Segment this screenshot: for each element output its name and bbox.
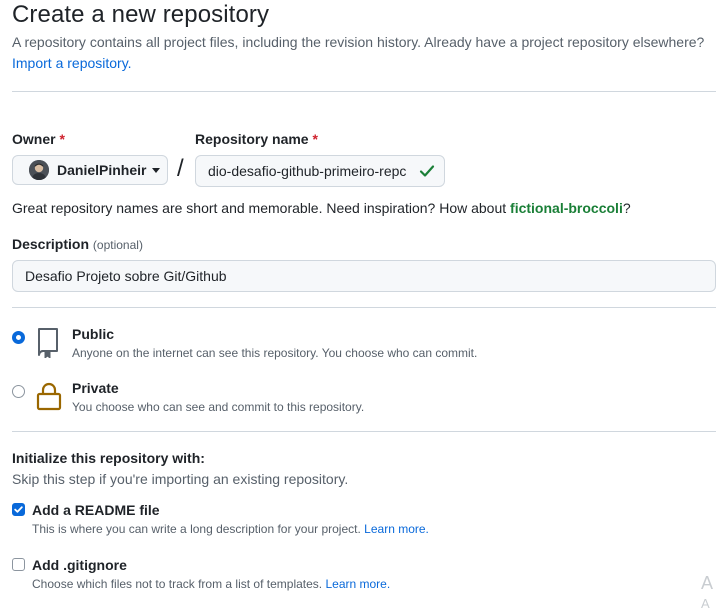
name-hint-text: Great repository names are short and mem… xyxy=(12,200,507,216)
name-suggestion-link[interactable]: fictional-broccoli xyxy=(510,200,623,216)
divider xyxy=(12,307,716,308)
private-radio[interactable] xyxy=(12,385,25,398)
page-intro-text: A repository contains all project files,… xyxy=(12,34,705,50)
initialize-title: Initialize this repository with: xyxy=(12,450,205,466)
create-repository-page: Create a new repository A repository con… xyxy=(0,0,717,611)
overlay-watermark: A xyxy=(701,596,710,611)
public-title: Public xyxy=(72,326,115,342)
gitignore-checkbox[interactable] xyxy=(12,558,25,571)
gitignore-description-text: Choose which files not to track from a l… xyxy=(32,577,323,591)
initialize-subtitle: Skip this step if you're importing an ex… xyxy=(12,471,349,487)
description-label-text: Description xyxy=(12,236,90,252)
repo-icon xyxy=(38,328,58,358)
import-link-row: Import a repository. xyxy=(12,55,132,71)
repository-name-required-mark: * xyxy=(312,131,318,147)
checkmark-icon xyxy=(14,506,23,513)
gitignore-learn-more-link[interactable]: Learn more. xyxy=(325,577,390,591)
gitignore-title: Add .gitignore xyxy=(32,557,127,573)
description-input[interactable] xyxy=(12,260,716,292)
avatar xyxy=(29,160,49,180)
check-icon xyxy=(419,165,435,177)
page-title: Create a new repository xyxy=(12,1,270,28)
repository-name-label: Repository name * xyxy=(195,131,318,147)
repository-name-input[interactable] xyxy=(195,155,445,187)
divider xyxy=(12,431,716,432)
name-hint: Great repository names are short and mem… xyxy=(12,200,631,216)
owner-repo-separator: / xyxy=(177,155,184,182)
owner-label: Owner * xyxy=(12,131,65,147)
name-hint-end: ? xyxy=(622,200,631,216)
description-optional-note: (optional) xyxy=(92,238,143,252)
readme-title: Add a README file xyxy=(32,502,160,518)
readme-description: This is where you can write a long descr… xyxy=(32,522,429,536)
private-title: Private xyxy=(72,380,119,396)
public-radio[interactable] xyxy=(12,331,25,344)
chevron-down-icon xyxy=(152,167,161,173)
owner-required-mark: * xyxy=(59,131,65,147)
page-intro: A repository contains all project files,… xyxy=(12,34,704,50)
avatar-image xyxy=(29,160,49,180)
import-repository-link[interactable]: Import a repository. xyxy=(12,55,132,71)
public-description: Anyone on the internet can see this repo… xyxy=(72,346,478,360)
readme-description-text: This is where you can write a long descr… xyxy=(32,522,361,536)
lock-icon xyxy=(36,382,62,411)
repository-name-label-text: Repository name xyxy=(195,131,309,147)
owner-name: DanielPinheir xyxy=(57,162,147,178)
overlay-watermark: A xyxy=(701,573,714,593)
owner-label-text: Owner xyxy=(12,131,56,147)
private-description: You choose who can see and commit to thi… xyxy=(72,400,365,414)
description-label: Description (optional) xyxy=(12,236,143,252)
gitignore-description: Choose which files not to track from a l… xyxy=(32,577,390,591)
readme-checkbox[interactable] xyxy=(12,503,25,516)
owner-select-button[interactable]: DanielPinheir xyxy=(12,155,168,185)
divider xyxy=(12,91,716,92)
readme-learn-more-link[interactable]: Learn more. xyxy=(364,522,429,536)
